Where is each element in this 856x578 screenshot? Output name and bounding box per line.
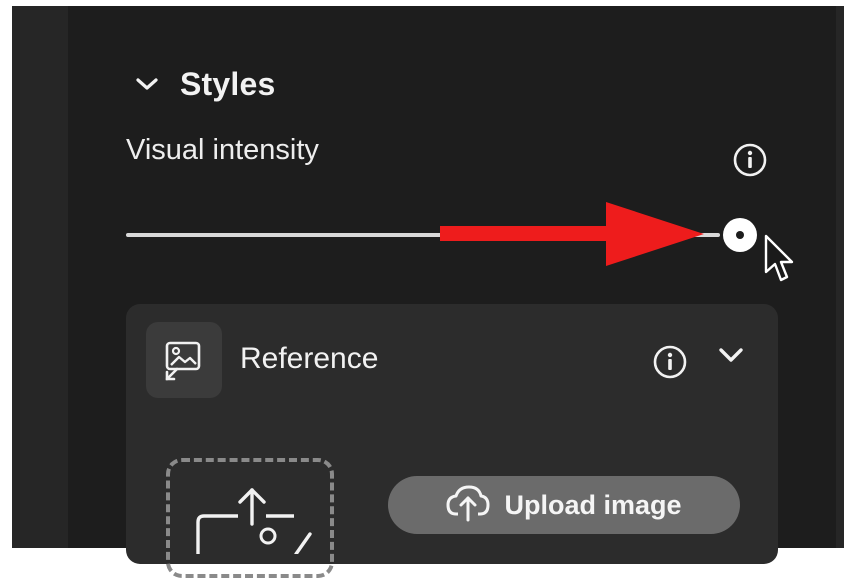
upload-image-label: Upload image [504, 489, 682, 520]
info-icon[interactable] [732, 142, 768, 178]
image-reference-icon [146, 322, 222, 398]
visual-intensity-label: Visual intensity [126, 134, 319, 166]
chevron-down-icon[interactable] [718, 346, 744, 369]
mouse-cursor-icon [764, 234, 794, 289]
reference-label: Reference [240, 342, 379, 375]
section-title: Styles [180, 65, 276, 102]
styles-section-toggle[interactable]: Styles [136, 62, 275, 106]
chevron-down-icon [136, 77, 158, 91]
upload-image-button[interactable]: Upload image [388, 476, 740, 534]
annotation-arrow [440, 198, 706, 275]
cloud-upload-icon [446, 484, 490, 527]
info-icon[interactable] [652, 344, 688, 380]
slider-thumb[interactable] [723, 218, 757, 252]
